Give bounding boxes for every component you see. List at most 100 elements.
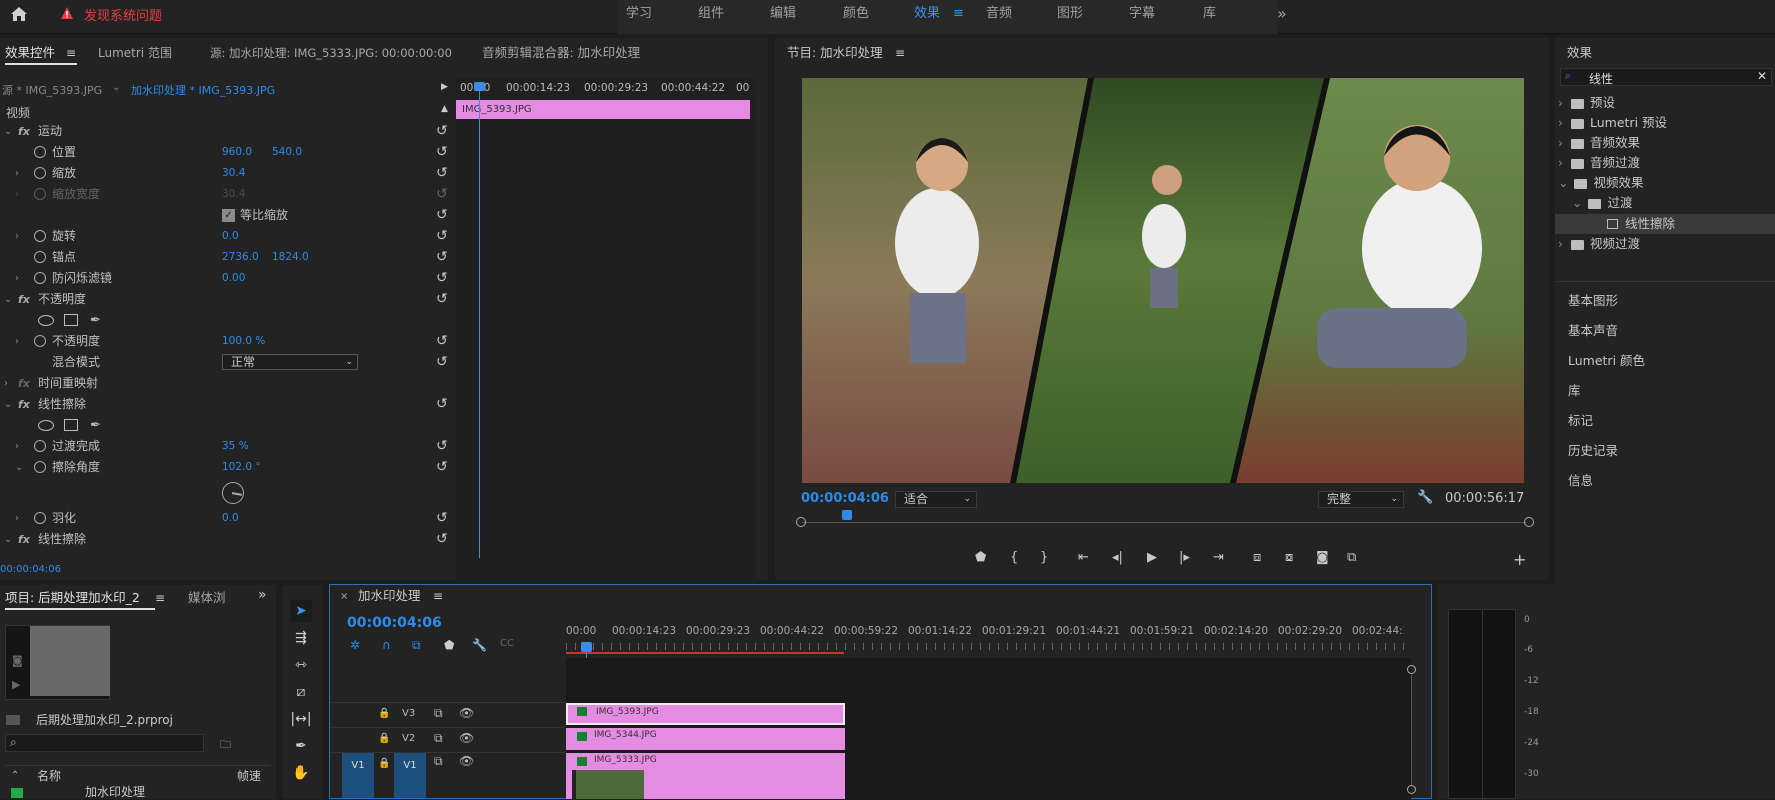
effect-controls-timecode[interactable]: 00:00:04:06 [0, 564, 61, 575]
tab-lumetri-scopes[interactable]: Lumetri 范围 [98, 42, 172, 66]
clip-v1[interactable]: IMG_5333.JPG [566, 753, 845, 799]
sync-lock-icon[interactable]: ⧉ [434, 706, 443, 721]
rectangle-mask-icon[interactable] [64, 314, 78, 326]
project-item[interactable]: 加水印处理 [5, 785, 270, 799]
reset-icon[interactable]: ↺ [436, 436, 448, 457]
wipe-angle-value[interactable]: 102.0 ° [222, 457, 261, 478]
tab-source[interactable]: 源: 加水印处理: IMG_5333.JPG: 00:00:00:00 [210, 42, 452, 66]
collapse-arrow-icon[interactable]: ⌄ [4, 289, 12, 310]
razor-tool-icon[interactable]: ⧄ [290, 681, 312, 703]
mini-playhead[interactable] [479, 82, 480, 558]
position-y-value[interactable]: 540.0 [272, 142, 302, 163]
mark-out-icon[interactable]: } [1040, 550, 1048, 565]
timeline-scroll-bottom-handle[interactable] [1407, 785, 1416, 794]
pen-tool-icon[interactable]: ✒ [290, 735, 312, 757]
close-sequence-icon[interactable]: × [340, 591, 348, 602]
reset-icon[interactable]: ↺ [436, 331, 448, 352]
reset-icon[interactable]: ↺ [436, 163, 448, 184]
linear-wipe-row-2[interactable]: ⌄ fx 线性擦除 ↺ [0, 529, 455, 550]
ripple-edit-tool-icon[interactable]: ⇿ [290, 654, 312, 676]
step-back-icon[interactable]: ◂| [1112, 550, 1123, 565]
program-current-timecode[interactable]: 00:00:04:06 [801, 491, 889, 506]
stopwatch-icon[interactable] [34, 335, 46, 347]
sync-lock-icon[interactable]: ⧉ [434, 754, 443, 769]
lock-icon[interactable]: 🔒 [378, 733, 390, 744]
tree-item-lumetri-presets[interactable]: › Lumetri 预设 [1558, 113, 1667, 133]
linked-selection-icon[interactable]: ⧉ [412, 638, 421, 653]
stopwatch-icon[interactable] [34, 461, 46, 473]
reset-icon[interactable]: ↺ [436, 352, 448, 373]
play-thumbnail-icon[interactable]: ▶ [12, 678, 20, 691]
stopwatch-icon[interactable] [34, 440, 46, 452]
collapse-arrow-icon[interactable]: ⌄ [4, 121, 12, 142]
track-target-v1[interactable]: V1 [394, 753, 426, 798]
fx-icon[interactable]: fx [18, 529, 30, 550]
opacity-group-row[interactable]: ⌄ fx 不透明度 ↺ [0, 289, 455, 310]
workspace-tab-libraries[interactable]: 库 [1203, 0, 1216, 34]
timeline-timecode[interactable]: 00:00:04:06 [347, 615, 442, 631]
reset-icon[interactable]: ↺ [436, 205, 448, 226]
mark-in-icon[interactable]: { [1010, 550, 1018, 565]
panel-menu-icon[interactable]: ≡ [895, 46, 905, 60]
position-x-value[interactable]: 960.0 [222, 142, 252, 163]
extract-icon[interactable]: ⧇ [1285, 550, 1293, 565]
workspace-menu-icon[interactable]: ≡ [953, 0, 964, 34]
uniform-scale-checkbox[interactable]: ✓ [222, 209, 235, 222]
ellipse-mask-icon[interactable] [38, 315, 54, 326]
timeline-settings-icon[interactable]: 🔧 [472, 638, 487, 652]
panel-menu-icon[interactable]: ≡ [155, 591, 165, 605]
stopwatch-icon[interactable] [34, 167, 46, 179]
linear-wipe-row[interactable]: ⌄ fx 线性擦除 ↺ [0, 394, 455, 415]
rotation-value[interactable]: 0.0 [222, 226, 239, 247]
expand-arrow-icon[interactable]: › [15, 268, 19, 289]
tree-item-audio-effects[interactable]: › 音频效果 [1558, 133, 1640, 153]
lift-icon[interactable]: ⧈ [1253, 550, 1261, 565]
anchor-y-value[interactable]: 1824.0 [272, 247, 309, 268]
sequence-clip-label[interactable]: 加水印处理 * IMG_5393.JPG [131, 82, 275, 98]
sort-arrow-icon[interactable]: ⌃ [11, 766, 19, 786]
more-workspaces-icon[interactable]: » [1277, 0, 1287, 34]
fx-icon[interactable]: fx [18, 121, 30, 142]
sync-lock-icon[interactable]: ⧉ [434, 731, 443, 746]
tree-item-transition[interactable]: ⌄ 过渡 [1572, 193, 1633, 213]
reset-icon[interactable]: ↺ [436, 529, 448, 550]
section-essential-sound[interactable]: 基本声音 [1568, 320, 1618, 339]
transition-completion-value[interactable]: 35 % [222, 436, 249, 457]
eye-icon[interactable]: 👁 [459, 706, 474, 720]
source-dropdown-icon[interactable]: ⌄ [112, 82, 120, 93]
ellipse-mask-icon[interactable] [38, 420, 54, 431]
expand-arrow-icon[interactable]: › [15, 436, 19, 457]
reset-icon[interactable]: ↺ [436, 226, 448, 247]
program-scrubber[interactable] [796, 510, 1534, 528]
blend-mode-select[interactable]: 正常 ⌄ [222, 354, 358, 370]
play-clip-icon[interactable]: ▶ [441, 82, 448, 92]
angle-dial[interactable] [222, 482, 244, 504]
reset-icon[interactable]: ↺ [436, 268, 448, 289]
new-bin-icon[interactable]: 🗀 [220, 736, 231, 755]
sequence-tab[interactable]: 加水印处理 [358, 585, 421, 609]
workspace-tab-graphics[interactable]: 图形 [1057, 0, 1083, 34]
timeline-ruler[interactable]: 00:00 00:00:14:23 00:00:29:23 00:00:44:2… [566, 625, 1406, 655]
expand-arrow-icon[interactable]: › [15, 163, 19, 184]
tree-item-video-effects[interactable]: ⌄ 视频效果 [1558, 173, 1644, 193]
sequence-thumbnail[interactable]: ◙ ▶ [5, 625, 110, 700]
fx-icon[interactable]: fx [18, 289, 30, 310]
section-history[interactable]: 历史记录 [1568, 440, 1618, 459]
timeline-scroll-top-handle[interactable] [1407, 665, 1416, 674]
settings-wrench-icon[interactable]: 🔧 [1417, 490, 1433, 505]
collapse-up-icon[interactable]: ▲ [441, 104, 448, 114]
mini-clip[interactable]: IMG_5393.JPG [456, 100, 750, 119]
track-select-tool-icon[interactable]: ⇶ [290, 627, 312, 649]
fx-icon[interactable]: fx [18, 394, 30, 415]
reset-icon[interactable]: ↺ [436, 394, 448, 415]
workspace-tab-editing[interactable]: 编辑 [770, 0, 796, 34]
project-search-field[interactable]: ⌕ [5, 734, 204, 752]
eye-icon[interactable]: 👁 [459, 754, 474, 768]
clear-search-icon[interactable]: ✕ [1757, 69, 1767, 83]
tree-item-audio-transitions[interactable]: › 音频过渡 [1558, 153, 1640, 173]
collapse-arrow-icon[interactable]: ⌄ [15, 457, 23, 478]
reset-icon[interactable]: ↺ [436, 142, 448, 163]
section-lumetri-color[interactable]: Lumetri 颜色 [1568, 350, 1645, 369]
column-name[interactable]: 名称 [37, 766, 61, 786]
tab-media-browser[interactable]: 媒体浏 [188, 587, 226, 611]
